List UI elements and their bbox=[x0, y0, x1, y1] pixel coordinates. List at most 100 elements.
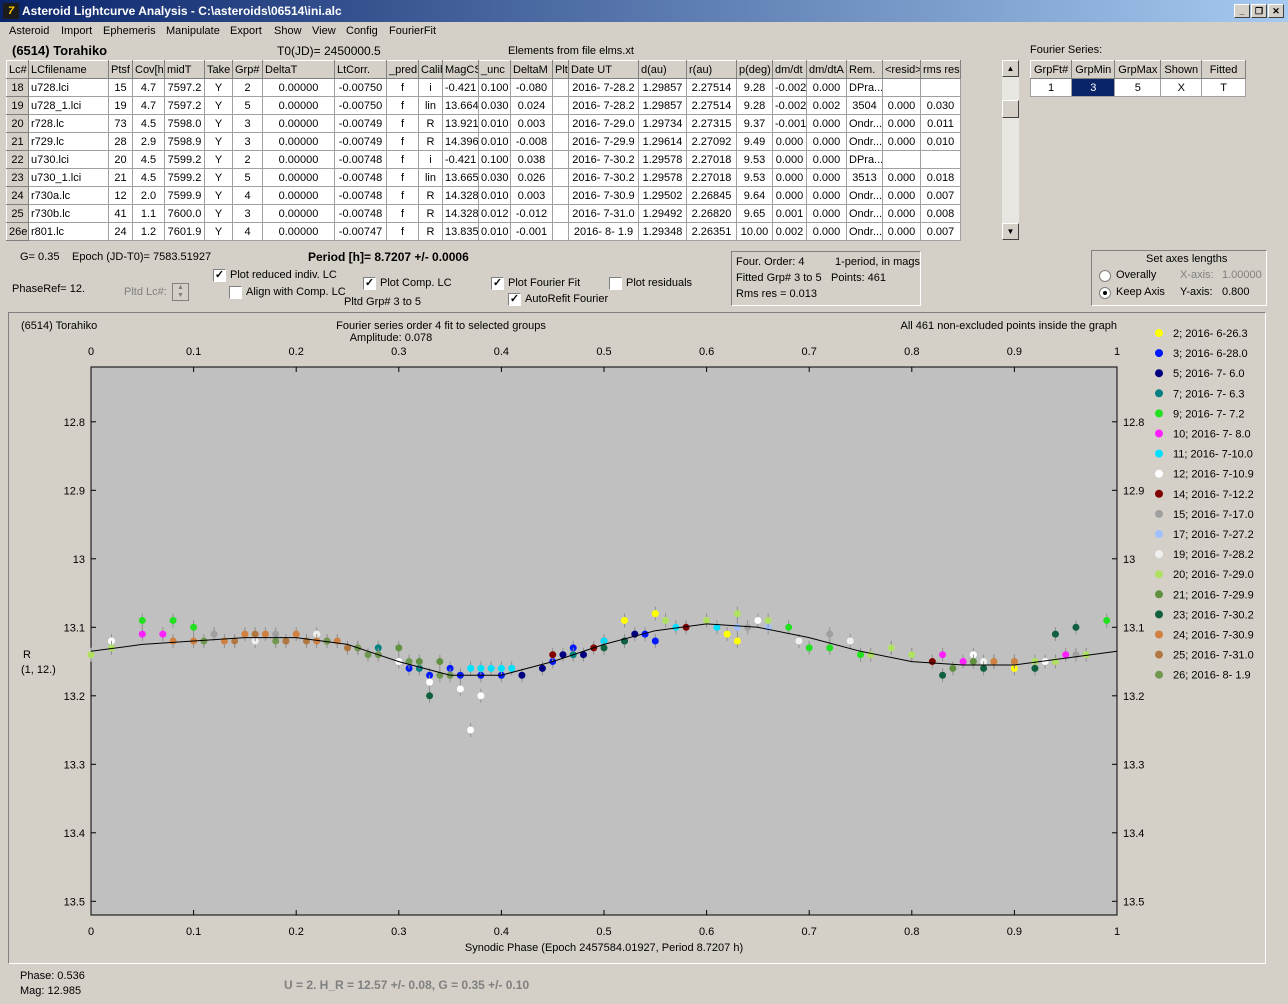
table-cell[interactable]: 2.26820 bbox=[686, 204, 737, 223]
table-cell[interactable]: R bbox=[418, 132, 443, 151]
table-cell[interactable]: 0.012 bbox=[478, 204, 511, 223]
table-cell[interactable]: r730b.lc bbox=[28, 204, 109, 223]
row-header[interactable]: 22 bbox=[6, 150, 29, 169]
row-header[interactable]: 23 bbox=[6, 168, 29, 187]
table-cell[interactable]: 2016- 7-29.9 bbox=[568, 132, 639, 151]
table-cell[interactable]: Y bbox=[204, 204, 233, 223]
table-row[interactable]: 24 r730a.lc 12 2.0 7599.9 Y 4 0.00000 -0.00748 f R… bbox=[6, 186, 961, 205]
table-cell[interactable]: 0.00000 bbox=[262, 114, 335, 133]
table-cell[interactable]: 20 bbox=[108, 150, 133, 169]
table-cell[interactable]: -0.00748 bbox=[334, 204, 387, 223]
table-cell[interactable]: 1.29614 bbox=[638, 132, 687, 151]
table-cell[interactable]: 0.100 bbox=[478, 78, 511, 97]
table-cell[interactable]: -0.421 bbox=[442, 150, 479, 169]
column-header[interactable]: _unc bbox=[478, 60, 511, 79]
table-cell[interactable]: 7598.0 bbox=[164, 114, 205, 133]
table-cell[interactable]: 1.29578 bbox=[638, 150, 687, 169]
table-cell[interactable]: -0.00747 bbox=[334, 222, 387, 241]
column-header[interactable]: midT bbox=[164, 60, 205, 79]
table-cell[interactable]: 0.000 bbox=[806, 204, 847, 223]
table-cell[interactable]: Y bbox=[204, 96, 233, 115]
column-header[interactable]: _pred. bbox=[386, 60, 419, 79]
column-header[interactable]: Cov[h] bbox=[132, 60, 165, 79]
table-cell[interactable]: 0.010 bbox=[478, 114, 511, 133]
table-cell[interactable]: R bbox=[418, 186, 443, 205]
plot-fourier-checkbox[interactable]: ✓ bbox=[491, 277, 504, 290]
table-cell[interactable]: 0.026 bbox=[510, 168, 553, 187]
table-cell[interactable]: 0.00000 bbox=[262, 96, 335, 115]
scroll-thumb[interactable] bbox=[1002, 100, 1019, 118]
table-cell[interactable]: 41 bbox=[108, 204, 133, 223]
table-cell[interactable]: 1.29578 bbox=[638, 168, 687, 187]
table-cell[interactable] bbox=[552, 204, 569, 223]
overally-radio[interactable] bbox=[1099, 270, 1111, 282]
table-cell[interactable]: i bbox=[418, 150, 443, 169]
plot-comp-checkbox[interactable]: ✓ bbox=[363, 277, 376, 290]
column-header[interactable]: Take bbox=[204, 60, 233, 79]
fourier-cell[interactable]: 5 bbox=[1114, 78, 1162, 97]
table-cell[interactable]: 1.29857 bbox=[638, 96, 687, 115]
table-cell[interactable] bbox=[882, 150, 921, 169]
menu-config[interactable]: Config bbox=[346, 25, 378, 37]
keep-axis-radio[interactable] bbox=[1099, 287, 1111, 299]
table-cell[interactable]: Y bbox=[204, 186, 233, 205]
table-cell[interactable]: 14.396 bbox=[442, 132, 479, 151]
table-cell[interactable]: Ondr... bbox=[846, 222, 883, 241]
table-cell[interactable]: i bbox=[418, 78, 443, 97]
table-cell[interactable] bbox=[882, 78, 921, 97]
table-cell[interactable]: 0.030 bbox=[478, 96, 511, 115]
table-cell[interactable]: 2 bbox=[232, 78, 263, 97]
table-cell[interactable]: 0.018 bbox=[920, 168, 961, 187]
table-cell[interactable]: lin bbox=[418, 168, 443, 187]
table-cell[interactable]: 0.00000 bbox=[262, 150, 335, 169]
table-cell[interactable]: 13.921 bbox=[442, 114, 479, 133]
table-cell[interactable] bbox=[552, 132, 569, 151]
table-cell[interactable]: 0.000 bbox=[806, 132, 847, 151]
lightcurve-chart[interactable]: (6514) Torahiko Fourier series order 4 fi… bbox=[9, 313, 1265, 963]
table-cell[interactable]: 2016- 7-28.2 bbox=[568, 78, 639, 97]
row-header[interactable]: 24 bbox=[6, 186, 29, 205]
table-cell[interactable]: -0.421 bbox=[442, 78, 479, 97]
table-cell[interactable]: 0.000 bbox=[806, 186, 847, 205]
table-cell[interactable]: 0.000 bbox=[882, 132, 921, 151]
table-cell[interactable]: -0.00750 bbox=[334, 96, 387, 115]
row-header[interactable]: 20 bbox=[6, 114, 29, 133]
column-header[interactable]: MagCS bbox=[442, 60, 479, 79]
table-cell[interactable]: 0.000 bbox=[806, 222, 847, 241]
table-cell[interactable]: 0.000 bbox=[806, 150, 847, 169]
table-cell[interactable]: 2016- 7-30.2 bbox=[568, 168, 639, 187]
column-header[interactable]: dm/dtA bbox=[806, 60, 847, 79]
column-header[interactable]: DeltaM bbox=[510, 60, 553, 79]
table-cell[interactable]: 0.00000 bbox=[262, 222, 335, 241]
table-cell[interactable]: 0.000 bbox=[806, 78, 847, 97]
column-header[interactable]: dm/dt bbox=[772, 60, 807, 79]
table-cell[interactable]: 0.000 bbox=[806, 114, 847, 133]
table-cell[interactable]: Y bbox=[204, 132, 233, 151]
menu-import[interactable]: Import bbox=[61, 25, 92, 37]
table-cell[interactable]: 2.26845 bbox=[686, 186, 737, 205]
table-cell[interactable] bbox=[920, 150, 961, 169]
table-cell[interactable]: 7599.2 bbox=[164, 150, 205, 169]
fourier-column-header[interactable]: GrpFt# bbox=[1029, 60, 1073, 79]
column-header[interactable]: r(au) bbox=[686, 60, 737, 79]
plot-residuals-checkbox[interactable] bbox=[609, 277, 622, 290]
table-cell[interactable]: 0.030 bbox=[920, 96, 961, 115]
table-cell[interactable]: 0.100 bbox=[478, 150, 511, 169]
close-icon[interactable]: ✕ bbox=[1268, 4, 1284, 18]
table-cell[interactable]: 3 bbox=[232, 114, 263, 133]
table-cell[interactable]: 9.64 bbox=[736, 186, 773, 205]
table-row[interactable]: 21 r729.lc 28 2.9 7598.9 Y 3 0.00000 -0.00749 f R 1… bbox=[6, 132, 961, 151]
table-cell[interactable]: 1.29492 bbox=[638, 204, 687, 223]
table-cell[interactable] bbox=[552, 186, 569, 205]
scroll-up-icon[interactable]: ▲ bbox=[1002, 60, 1019, 77]
table-cell[interactable]: 9.28 bbox=[736, 96, 773, 115]
fourier-cell[interactable]: 3 bbox=[1071, 78, 1116, 97]
table-cell[interactable]: Ondr... bbox=[846, 114, 883, 133]
row-header[interactable]: 21 bbox=[6, 132, 29, 151]
table-cell[interactable]: 0.000 bbox=[772, 186, 807, 205]
column-header[interactable]: Ptsf bbox=[108, 60, 133, 79]
table-cell[interactable]: R bbox=[418, 222, 443, 241]
table-cell[interactable] bbox=[552, 78, 569, 97]
table-row[interactable]: 19 u728_1.lci 19 4.7 7597.2 Y 5 0.00000 -0.00750… bbox=[6, 96, 961, 115]
menu-fourierfit[interactable]: FourierFit bbox=[389, 25, 436, 37]
